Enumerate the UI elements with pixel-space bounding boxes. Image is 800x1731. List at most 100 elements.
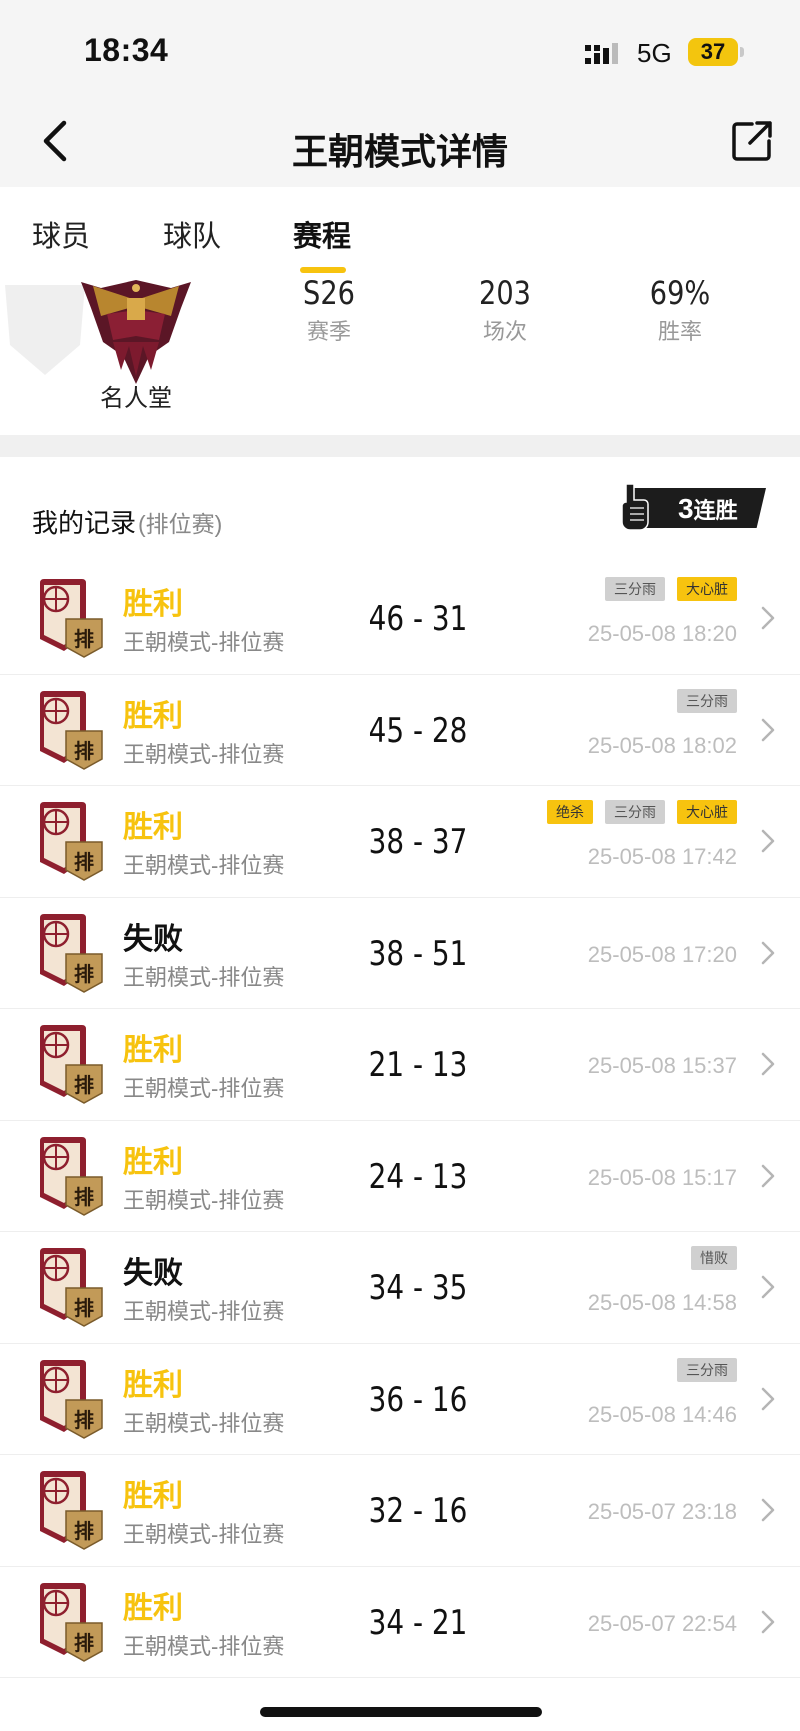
nav-bar: 王朝模式详情 bbox=[0, 95, 800, 187]
match-row[interactable]: 排 胜利 王朝模式-排位赛 34 - 21 25-05-07 22:54 bbox=[0, 1567, 800, 1678]
match-score: 38 - 51 bbox=[368, 933, 468, 974]
chevron-right-icon[interactable] bbox=[758, 1384, 778, 1414]
match-mode: 王朝模式-排位赛 bbox=[123, 1299, 285, 1324]
match-result: 胜利 bbox=[123, 1034, 183, 1067]
match-datetime: 25-05-07 23:18 bbox=[587, 1499, 737, 1524]
match-datetime: 25-05-08 17:20 bbox=[587, 941, 737, 967]
tab-team[interactable]: 球队 bbox=[163, 213, 221, 255]
streak-text: 3连胜 bbox=[678, 493, 738, 525]
match-tag: 绝杀 bbox=[547, 800, 593, 824]
ranked-match-icon: 排 bbox=[40, 1025, 103, 1104]
match-score: 45 - 28 bbox=[368, 710, 468, 751]
match-score: 34 - 35 bbox=[368, 1268, 468, 1308]
ranked-badge-text: 排 bbox=[74, 1631, 94, 1655]
battery-icon: 37 bbox=[688, 38, 738, 66]
match-result: 失败 bbox=[123, 1257, 183, 1290]
chevron-right-icon[interactable] bbox=[758, 1607, 778, 1637]
stat-season: S26 赛季 bbox=[254, 274, 404, 346]
section-divider bbox=[0, 435, 800, 457]
share-icon[interactable] bbox=[730, 119, 774, 163]
ranked-match-icon: 排 bbox=[40, 1582, 103, 1662]
ranked-badge-text: 排 bbox=[74, 850, 94, 874]
match-datetime: 25-05-08 14:46 bbox=[587, 1401, 737, 1427]
ranked-badge-text: 排 bbox=[74, 627, 94, 651]
match-mode: 王朝模式-排位赛 bbox=[123, 1076, 285, 1101]
status-bar: 18:34 5G 37 bbox=[0, 0, 800, 95]
stat-games-value: 203 bbox=[479, 274, 531, 312]
match-result: 胜利 bbox=[123, 811, 183, 844]
match-result: 胜利 bbox=[123, 1480, 183, 1513]
match-score: 32 - 16 bbox=[368, 1491, 468, 1531]
streak-label: 连胜 bbox=[693, 498, 738, 523]
match-mode: 王朝模式-排位赛 bbox=[123, 1410, 285, 1436]
match-row[interactable]: 排 胜利 王朝模式-排位赛 38 - 37 绝杀 三分雨 大心脏 25-05-08 … bbox=[0, 786, 800, 898]
records-subtitle: (排位赛) bbox=[138, 511, 223, 537]
ranked-match-icon: 排 bbox=[40, 802, 103, 881]
match-tags: 三分雨 大心脏 bbox=[605, 577, 737, 601]
match-datetime: 25-05-08 17:42 bbox=[587, 844, 737, 869]
ranked-badge-text: 排 bbox=[74, 1185, 94, 1209]
ranked-badge-text: 排 bbox=[74, 1519, 94, 1543]
chevron-right-icon[interactable] bbox=[758, 1049, 778, 1079]
match-row[interactable]: 排 胜利 王朝模式-排位赛 21 - 13 25-05-08 15:37 bbox=[0, 1009, 800, 1121]
match-mode: 王朝模式-排位赛 bbox=[123, 853, 285, 878]
match-score: 36 - 16 bbox=[368, 1379, 468, 1420]
match-mode: 王朝模式-排位赛 bbox=[123, 1187, 285, 1213]
match-datetime: 25-05-08 15:37 bbox=[587, 1053, 737, 1078]
rank-name: 名人堂 bbox=[100, 385, 172, 412]
ranked-match-icon: 排 bbox=[40, 1359, 103, 1439]
ranked-badge-text: 排 bbox=[74, 962, 94, 986]
records-title: 我的记录(排位赛) bbox=[32, 503, 222, 540]
ranked-badge-text: 排 bbox=[74, 1408, 94, 1432]
stat-season-label: 赛季 bbox=[306, 319, 351, 344]
match-list: 排 胜利 王朝模式-排位赛 46 - 31 三分雨 大心脏 25-05-08 18… bbox=[0, 563, 800, 1678]
match-row[interactable]: 排 胜利 王朝模式-排位赛 32 - 16 25-05-07 23:18 bbox=[0, 1455, 800, 1567]
match-row[interactable]: 排 失败 王朝模式-排位赛 38 - 51 25-05-08 17:20 bbox=[0, 898, 800, 1009]
season-summary: 名人堂 S26 赛季 203 场次 69% 胜率 bbox=[0, 270, 800, 435]
match-mode: 王朝模式-排位赛 bbox=[123, 1522, 285, 1547]
home-indicator[interactable] bbox=[260, 1707, 542, 1717]
match-tags: 三分雨 bbox=[677, 688, 737, 713]
match-row[interactable]: 排 失败 王朝模式-排位赛 34 - 35 惜败 25-05-08 14:58 bbox=[0, 1232, 800, 1344]
match-result: 胜利 bbox=[123, 588, 183, 621]
match-datetime: 25-05-07 22:54 bbox=[587, 1610, 737, 1636]
ranked-match-icon: 排 bbox=[40, 1248, 103, 1327]
match-score: 34 - 21 bbox=[368, 1602, 468, 1643]
chevron-right-icon[interactable] bbox=[758, 826, 778, 856]
match-tag: 惜败 bbox=[691, 1246, 737, 1270]
ranked-match-icon: 排 bbox=[40, 579, 103, 658]
chevron-right-icon[interactable] bbox=[758, 715, 778, 745]
hall-of-fame-emblem bbox=[81, 280, 191, 384]
match-row[interactable]: 排 胜利 王朝模式-排位赛 36 - 16 三分雨 25-05-08 14:46 bbox=[0, 1344, 800, 1455]
chevron-right-icon[interactable] bbox=[758, 1161, 778, 1191]
network-type: 5G bbox=[637, 38, 672, 68]
match-score: 46 - 31 bbox=[368, 599, 468, 639]
ranked-badge-text: 排 bbox=[74, 1296, 94, 1320]
chevron-right-icon[interactable] bbox=[758, 1272, 778, 1302]
status-time: 18:34 bbox=[84, 32, 169, 68]
match-result: 胜利 bbox=[123, 1591, 183, 1625]
match-score: 24 - 13 bbox=[368, 1156, 468, 1197]
tab-players[interactable]: 球员 bbox=[32, 213, 90, 255]
chevron-right-icon[interactable] bbox=[758, 938, 778, 968]
match-datetime: 25-05-08 14:58 bbox=[587, 1290, 737, 1315]
match-datetime: 25-05-08 15:17 bbox=[587, 1164, 737, 1190]
stat-games: 203 场次 bbox=[430, 274, 580, 346]
match-result: 失败 bbox=[123, 922, 183, 956]
match-tags: 绝杀 三分雨 大心脏 bbox=[547, 800, 737, 824]
match-row[interactable]: 排 胜利 王朝模式-排位赛 24 - 13 25-05-08 15:17 bbox=[0, 1121, 800, 1232]
ranked-badge-text: 排 bbox=[74, 739, 94, 763]
match-tag: 大心脏 bbox=[677, 800, 737, 824]
match-mode: 王朝模式-排位赛 bbox=[123, 741, 285, 767]
match-row[interactable]: 排 胜利 王朝模式-排位赛 46 - 31 三分雨 大心脏 25-05-08 18… bbox=[0, 563, 800, 675]
ranked-match-icon: 排 bbox=[40, 913, 103, 993]
stat-games-label: 场次 bbox=[482, 319, 527, 344]
match-row[interactable]: 排 胜利 王朝模式-排位赛 45 - 28 三分雨 25-05-08 18:02 bbox=[0, 675, 800, 786]
stat-winrate: 69% 胜率 bbox=[605, 274, 755, 346]
match-result: 胜利 bbox=[123, 1145, 183, 1179]
ranked-badge-text: 排 bbox=[74, 1073, 94, 1097]
chevron-right-icon[interactable] bbox=[758, 1495, 778, 1525]
tab-schedule[interactable]: 赛程 bbox=[293, 213, 351, 255]
foam-finger-icon bbox=[621, 483, 649, 531]
chevron-right-icon[interactable] bbox=[758, 603, 778, 633]
